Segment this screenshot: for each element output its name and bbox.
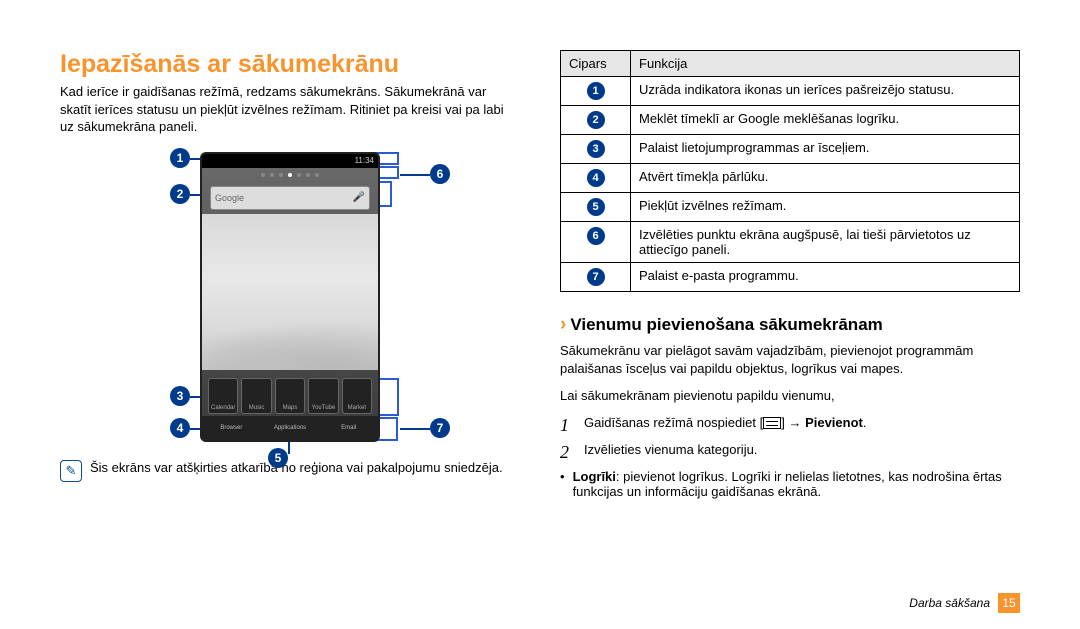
rowfunc: Piekļūt izvēlnes režīmam. [631,193,1020,222]
rownum: 4 [587,169,605,187]
step-number: 1 [560,415,576,436]
device-figure: 1 2 3 4 5 6 7 11:34 Google 🎤 [60,152,520,442]
callout-5: 5 [268,448,288,468]
panel-dots [202,168,378,182]
dock-item: Email [319,425,378,431]
rowfunc: Izvēlēties punktu ekrāna augšpusē, lai t… [631,222,1020,263]
search-placeholder: Google [215,193,244,203]
rowfunc: Uzrāda indikatora ikonas un ierīces pašr… [631,77,1020,106]
callout-1: 1 [170,148,190,168]
subsection-title: Vienumu pievienošana sākumekrānam [570,315,882,335]
dock-item: Applications [261,425,320,431]
note-text: Šis ekrāns var atšķirties atkarībā no re… [90,460,503,475]
rownum: 3 [587,140,605,158]
subsection-p2: Lai sākumekrānam pievienotu papildu vien… [560,387,1020,405]
step-text: Izvēlieties vienuma kategoriju. [584,442,757,457]
th-function: Funkcija [631,51,1020,77]
app-shortcut: Calendar [208,378,238,414]
callout-line [288,442,290,454]
dock-item: Browser [202,425,261,431]
rownum: 6 [587,227,605,245]
app-shortcut-row: Calendar Music Maps YouTube Market [208,378,372,414]
wallpaper [202,214,378,370]
note-icon: ✎ [60,460,82,482]
app-shortcut: Market [342,378,372,414]
callout-6: 6 [430,164,450,184]
footer-section: Darba sākšana [909,596,990,610]
intro-text: Kad ierīce ir gaidīšanas režīmā, redzams… [60,83,520,136]
device-statusbar: 11:34 [202,154,378,168]
rownum: 5 [587,198,605,216]
callout-4: 4 [170,418,190,438]
app-shortcut: Music [241,378,271,414]
subsection-p1: Sākumekrānu var pielāgot savām vajadzībā… [560,342,1020,377]
rownum: 7 [587,268,605,286]
bullet-dot: • [560,469,567,499]
callout-2: 2 [170,184,190,204]
device-mock: 11:34 Google 🎤 Calendar Music Maps YouTu… [200,152,380,442]
bullet-text: Logrīki: pievienot logrīkus. Logrīki ir … [573,469,1020,499]
callout-line [400,428,430,430]
dock-row: Browser Applications Email [202,416,378,440]
step-number: 2 [560,442,576,463]
callout-3: 3 [170,386,190,406]
app-shortcut: YouTube [308,378,338,414]
callout-line [400,174,430,176]
menu-key-icon [763,417,781,429]
rownum: 2 [587,111,605,129]
step-text: Gaidīšanas režīmā nospiediet [] → Pievie… [584,415,866,430]
rowfunc: Palaist lietojumprogrammas ar īsceļiem. [631,135,1020,164]
rowfunc: Palaist e-pasta programmu. [631,263,1020,292]
th-number: Cipars [561,51,631,77]
rownum: 1 [587,82,605,100]
callout-7: 7 [430,418,450,438]
app-shortcut: Maps [275,378,305,414]
function-table: Cipars Funkcija 1 Uzrāda indikatora ikona… [560,50,1020,292]
page-title: Iepazīšanās ar sākumekrānu [60,50,520,79]
footer-page-number: 15 [998,593,1020,613]
mic-icon: 🎤 [353,192,365,203]
section-arrow-icon: › [560,314,566,336]
search-widget: Google 🎤 [210,186,370,210]
rowfunc: Atvērt tīmekļa pārlūku. [631,164,1020,193]
rowfunc: Meklēt tīmeklī ar Google meklēšanas logr… [631,106,1020,135]
page-footer: Darba sākšana 15 [909,593,1020,613]
